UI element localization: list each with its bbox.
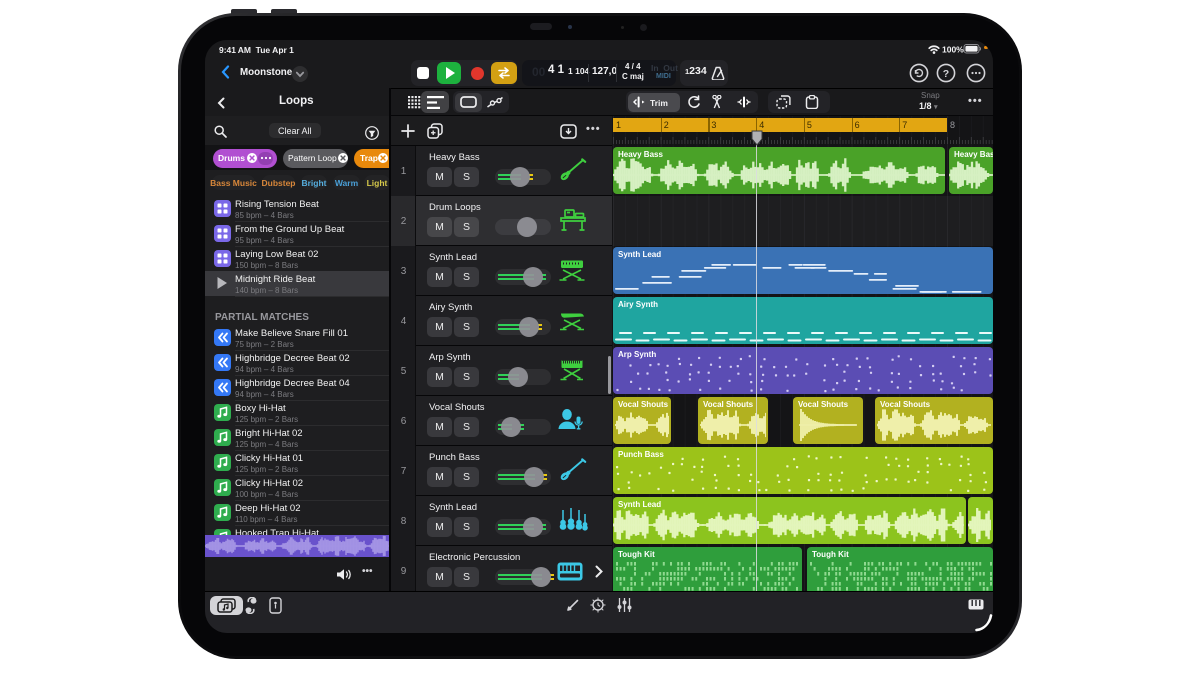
- svg-text:100%: 100%: [942, 45, 964, 55]
- svg-text:?: ?: [943, 68, 949, 80]
